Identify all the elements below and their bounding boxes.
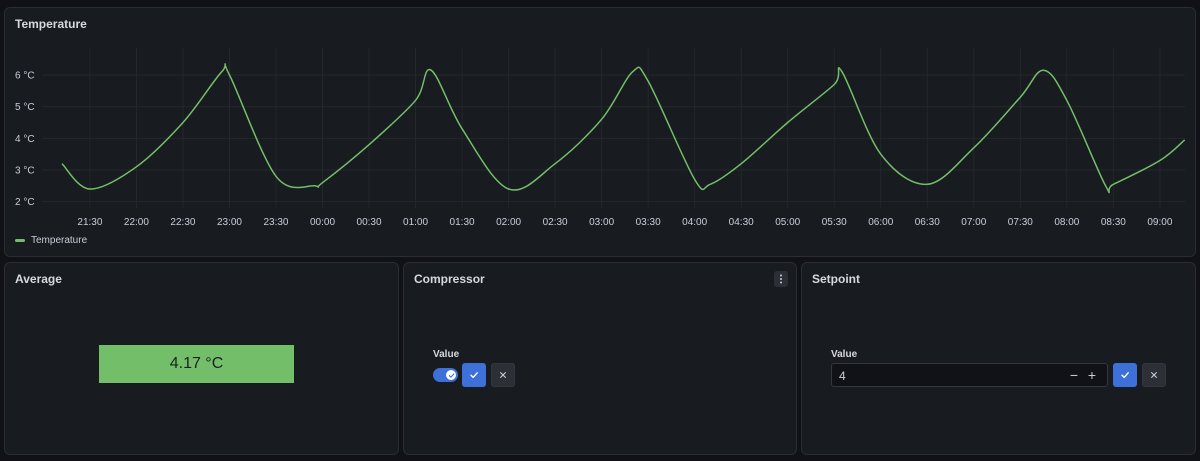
x-tick-label: 06:30 <box>915 217 940 228</box>
temperature-series-line[interactable] <box>61 63 1186 194</box>
x-tick-label: 21:30 <box>77 217 102 228</box>
close-icon <box>1151 372 1157 378</box>
setpoint-number-input[interactable]: 4 − + <box>831 363 1108 387</box>
x-tick-label: 05:30 <box>822 217 847 228</box>
x-tick-label: 06:00 <box>868 217 893 228</box>
compressor-panel-title: Compressor <box>414 272 485 286</box>
toggle-knob <box>446 370 456 380</box>
legend-swatch <box>15 239 25 242</box>
check-icon <box>470 372 478 379</box>
x-tick-label: 08:00 <box>1054 217 1079 228</box>
check-icon <box>448 372 454 378</box>
decrement-button[interactable]: − <box>1067 366 1081 384</box>
check-icon <box>1121 372 1129 379</box>
y-tick-label: 3 °C <box>15 166 35 177</box>
increment-button[interactable]: + <box>1085 366 1099 384</box>
x-tick-label: 07:30 <box>1008 217 1033 228</box>
setpoint-panel-title: Setpoint <box>812 272 860 286</box>
x-tick-label: 02:30 <box>543 217 568 228</box>
setpoint-panel: Setpoint Value 4 − + <box>801 262 1196 455</box>
temperature-panel: Temperature 2 °C 3 °C 4 °C 5 °C 6 °C 21:30 22:… <box>4 7 1196 257</box>
temperature-chart[interactable]: 2 °C 3 °C 4 °C 5 °C 6 °C 21:30 22:00 22:30 23:00… <box>5 8 1197 258</box>
setpoint-input-value: 4 <box>839 369 846 383</box>
compressor-toggle[interactable] <box>433 368 458 382</box>
compressor-confirm-button[interactable] <box>462 363 486 387</box>
compressor-cancel-button[interactable] <box>491 363 515 387</box>
x-tick-label: 04:00 <box>682 217 707 228</box>
y-tick-label: 4 °C <box>15 134 35 145</box>
vertical-ellipsis-icon <box>780 274 782 284</box>
x-tick-label: 00:00 <box>310 217 335 228</box>
x-tick-label: 02:00 <box>496 217 521 228</box>
average-panel: Average 4.17 °C <box>4 262 399 455</box>
x-tick-label: 22:30 <box>170 217 195 228</box>
x-tick-label: 23:00 <box>217 217 242 228</box>
average-panel-title: Average <box>15 272 62 286</box>
x-tick-label: 00:30 <box>357 217 382 228</box>
x-tick-label: 22:00 <box>124 217 149 228</box>
close-icon <box>500 372 506 378</box>
x-tick-label: 05:00 <box>775 217 800 228</box>
x-tick-label: 23:30 <box>263 217 288 228</box>
setpoint-cancel-button[interactable] <box>1142 363 1166 387</box>
y-tick-label: 6 °C <box>15 71 35 82</box>
x-tick-label: 08:30 <box>1101 217 1126 228</box>
x-tick-label: 04:30 <box>729 217 754 228</box>
x-tick-label: 03:00 <box>589 217 614 228</box>
x-tick-label: 01:00 <box>403 217 428 228</box>
x-tick-label: 03:30 <box>636 217 661 228</box>
legend-label: Temperature <box>31 235 88 246</box>
chart-legend[interactable]: Temperature <box>15 235 87 246</box>
average-stat-value: 4.17 °C <box>99 345 294 383</box>
setpoint-confirm-button[interactable] <box>1113 363 1137 387</box>
x-tick-label: 07:00 <box>961 217 986 228</box>
x-tick-label: 09:00 <box>1147 217 1172 228</box>
y-tick-label: 5 °C <box>15 102 35 113</box>
compressor-panel: Compressor Value <box>403 262 797 455</box>
compressor-field-label: Value <box>433 349 460 360</box>
setpoint-field-label: Value <box>831 349 858 360</box>
x-tick-label: 01:30 <box>450 217 475 228</box>
y-tick-label: 2 °C <box>15 197 35 208</box>
panel-menu-button[interactable] <box>774 271 788 287</box>
